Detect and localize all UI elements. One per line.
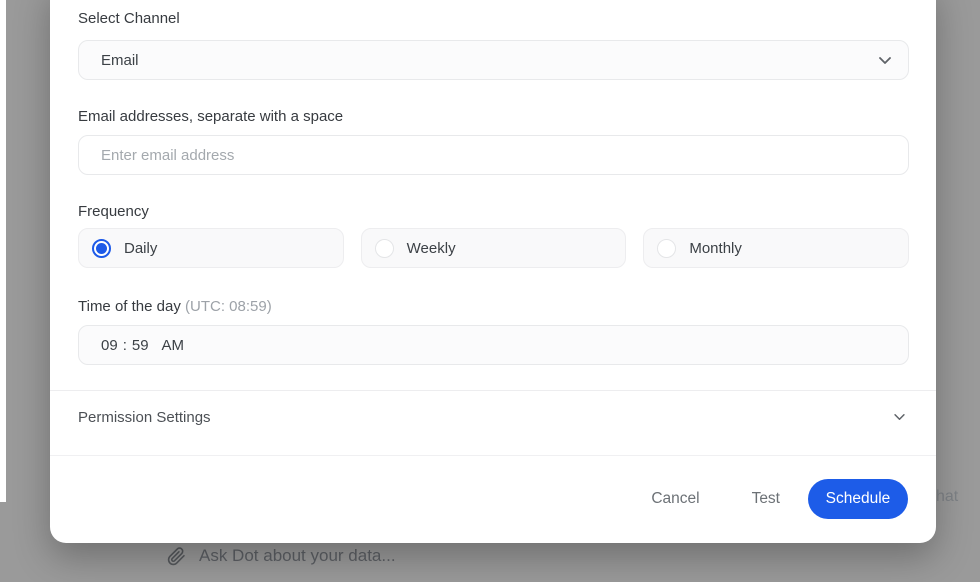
channel-select[interactable]: Email (78, 40, 909, 80)
frequency-options: Daily Weekly Monthly (78, 228, 910, 268)
frequency-option-label: Weekly (406, 239, 456, 257)
frequency-option-monthly[interactable]: Monthly (643, 228, 910, 268)
time-of-day-label: Time of the day (UTC: 08:59) (78, 298, 272, 315)
radio-selected-icon (92, 238, 111, 258)
time-meridiem: AM (161, 336, 185, 354)
chat-input-bar: Ask Dot about your data... (167, 546, 396, 566)
background-edge (0, 0, 6, 502)
time-input[interactable]: 09 : 59 AM (78, 325, 909, 365)
time-label-text: Time of the day (78, 298, 181, 315)
utc-note: (UTC: 08:59) (185, 298, 272, 315)
permission-settings-toggle[interactable]: Permission Settings (78, 404, 908, 430)
frequency-label: Frequency (78, 203, 149, 220)
channel-label: Select Channel (78, 10, 180, 27)
frequency-option-label: Daily (124, 239, 158, 257)
time-minute: 59 (131, 336, 149, 354)
email-addresses-label: Email addresses, separate with a space (78, 108, 344, 125)
time-separator: : (122, 336, 127, 354)
time-hour: 09 (101, 336, 118, 354)
dialog-footer: Cancel Test Schedule (50, 455, 936, 543)
radio-unselected-icon (657, 238, 677, 258)
permission-settings-label: Permission Settings (78, 408, 211, 426)
schedule-dialog: Select Channel Email Email addresses, se… (50, 0, 936, 543)
divider (50, 390, 936, 391)
chevron-down-icon (878, 56, 892, 65)
email-input-placeholder: Enter email address (101, 146, 235, 164)
background-partial-text: hat (936, 488, 959, 505)
paperclip-icon (167, 546, 186, 566)
screen: hat Ask Dot about your data... Select Ch… (0, 0, 980, 582)
frequency-option-weekly[interactable]: Weekly (360, 228, 627, 268)
test-button[interactable]: Test (752, 490, 780, 508)
chat-placeholder-text: Ask Dot about your data... (199, 546, 396, 565)
chevron-down-icon (893, 413, 906, 421)
email-address-input[interactable]: Enter email address (78, 135, 909, 175)
frequency-option-label: Monthly (689, 239, 742, 257)
channel-select-value: Email (101, 51, 139, 69)
radio-unselected-icon (374, 238, 394, 258)
schedule-button[interactable]: Schedule (808, 479, 908, 519)
frequency-option-daily[interactable]: Daily (78, 228, 344, 268)
cancel-button[interactable]: Cancel (651, 490, 699, 508)
